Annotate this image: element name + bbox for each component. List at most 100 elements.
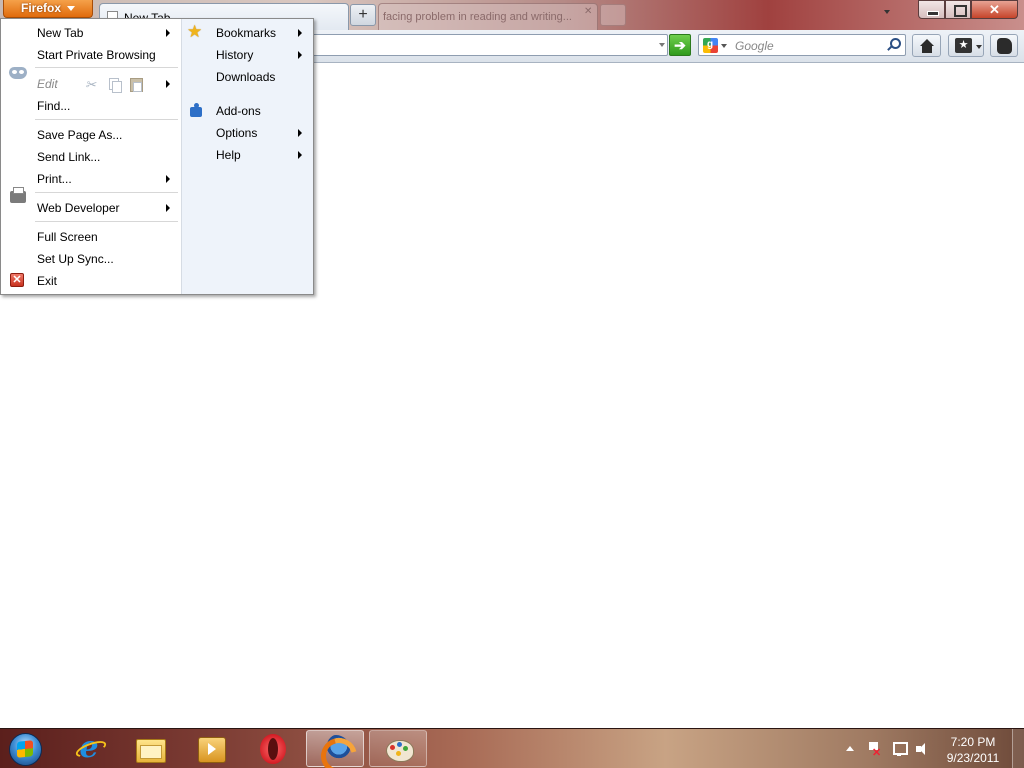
taskbar-windows-explorer[interactable] (121, 730, 179, 767)
menu-item-add-ons[interactable]: Add-ons (216, 101, 308, 121)
menu-item-bookmarks[interactable]: Bookmarks (216, 23, 308, 43)
copy-icon (108, 77, 122, 93)
firefox-menu-button[interactable]: Firefox (3, 0, 93, 18)
go-button[interactable]: ➔ (669, 34, 691, 56)
windows-explorer-icon (134, 733, 166, 763)
windows-logo-icon (17, 740, 33, 758)
menu-item-label: Find... (37, 99, 71, 113)
menu-item-print[interactable]: Print... (37, 169, 177, 189)
paste-icon (129, 77, 143, 92)
chevron-right-icon (298, 29, 302, 37)
menu-item-new-tab[interactable]: New Tab (37, 23, 177, 43)
menu-item-label: Print... (37, 172, 72, 186)
chevron-right-icon (298, 151, 302, 159)
menu-item-downloads[interactable]: Downloads (216, 67, 308, 87)
volume-icon[interactable] (915, 741, 931, 757)
menu-item-label: Bookmarks (216, 26, 277, 40)
new-tab-button[interactable]: + (350, 4, 376, 26)
evernote-button[interactable] (990, 34, 1018, 57)
search-bar[interactable]: g Google (698, 34, 906, 56)
menu-item-history[interactable]: History (216, 45, 308, 65)
opera-icon (257, 733, 289, 764)
menu-item-label: History (216, 48, 254, 62)
show-hidden-icons-chevron-icon[interactable] (846, 746, 854, 751)
menu-item-label: Edit (37, 77, 58, 91)
taskbar-paint[interactable] (369, 730, 427, 767)
menu-separator (35, 67, 178, 68)
menu-item-label: Exit (37, 274, 58, 288)
bookmark-star-icon: ★ (955, 38, 972, 53)
home-icon (920, 39, 934, 53)
menu-item-label: Options (216, 126, 258, 140)
menu-item-exit[interactable]: Exit (37, 271, 177, 291)
tab-title: facing problem in reading and writing... (383, 11, 572, 23)
chevron-right-icon (298, 129, 302, 137)
internet-explorer-icon: e (73, 733, 105, 763)
firefox-icon (320, 734, 352, 764)
firefox-menu-button-label: Firefox (20, 1, 61, 15)
tab-overflow[interactable] (600, 4, 626, 26)
menu-item-label: New Tab (37, 26, 84, 40)
menu-item-label: Full Screen (37, 230, 98, 244)
menu-item-edit[interactable]: Edit (37, 74, 177, 95)
show-desktop-button[interactable] (1012, 729, 1024, 768)
list-all-tabs-chevron-icon[interactable] (884, 10, 890, 14)
action-center-flag-icon[interactable] (866, 741, 882, 759)
url-history-chevron-icon[interactable] (659, 43, 665, 47)
menu-separator (35, 192, 178, 193)
taskbar-opera[interactable] (244, 730, 302, 767)
menu-item-label: Web Developer (37, 201, 120, 215)
chevron-down-icon (721, 44, 727, 48)
menu-item-save-page-as[interactable]: Save Page As... (37, 125, 177, 145)
close-window-button[interactable]: ✕ (971, 0, 1018, 19)
chevron-down-icon (67, 6, 75, 12)
chevron-right-icon (166, 29, 170, 37)
menu-item-label: Save Page As... (37, 128, 123, 142)
menu-item-label: Add-ons (216, 104, 261, 118)
bookmarks-menu-button[interactable]: ★ (948, 34, 984, 57)
search-icon[interactable] (886, 38, 901, 52)
taskbar-internet-explorer[interactable]: e (60, 730, 118, 767)
menu-item-help[interactable]: Help (216, 145, 308, 165)
network-icon[interactable] (891, 741, 908, 757)
tab-close-icon[interactable]: ✕ (584, 7, 594, 17)
menu-item-find[interactable]: Find... (37, 96, 177, 116)
minimize-button[interactable] (918, 0, 945, 19)
paint-icon (383, 734, 415, 764)
start-button[interactable] (4, 731, 48, 767)
home-button[interactable] (912, 34, 941, 57)
printer-icon (10, 187, 26, 203)
menu-item-start-private-browsing[interactable]: Start Private Browsing (37, 45, 177, 65)
exit-icon: ✕ (10, 273, 24, 287)
cut-icon (85, 75, 98, 95)
menu-item-label: Set Up Sync... (37, 252, 114, 266)
app-menu-secondary-pane: Bookmarks History Downloads Add-ons Opti… (181, 19, 313, 294)
menu-item-web-developer[interactable]: Web Developer (37, 198, 177, 218)
star-icon: ★ (187, 22, 203, 41)
chevron-right-icon (166, 175, 170, 183)
puzzle-piece-icon (189, 103, 204, 118)
taskbar-media-player[interactable] (182, 730, 240, 767)
menu-separator (35, 119, 178, 120)
menu-item-set-up-sync[interactable]: Set Up Sync... (37, 249, 177, 269)
windows-media-player-icon (195, 733, 227, 763)
google-icon: g (703, 38, 718, 53)
chevron-right-icon (166, 204, 170, 212)
menu-item-options[interactable]: Options (216, 123, 308, 143)
system-clock[interactable]: 7:20 PM 9/23/2011 (938, 734, 1008, 766)
menu-item-label: Help (216, 148, 241, 162)
private-browsing-mask-icon (9, 67, 27, 79)
search-engine-selector[interactable]: g (703, 38, 727, 53)
menu-item-label: Start Private Browsing (37, 48, 156, 62)
restore-button[interactable] (945, 0, 971, 19)
menu-item-full-screen[interactable]: Full Screen (37, 227, 177, 247)
clock-date: 9/23/2011 (946, 751, 1000, 765)
app-menu-primary-pane: New Tab Start Private Browsing Edit Find… (1, 19, 181, 294)
taskbar-firefox[interactable] (306, 730, 364, 767)
chevron-right-icon (298, 51, 302, 59)
chevron-down-icon (976, 45, 982, 49)
menu-item-send-link[interactable]: Send Link... (37, 147, 177, 167)
menu-separator (35, 221, 178, 222)
taskbar: e 7:20 PM 9/23/2011 (0, 728, 1024, 768)
tab-background[interactable]: facing problem in reading and writing... (378, 3, 598, 30)
